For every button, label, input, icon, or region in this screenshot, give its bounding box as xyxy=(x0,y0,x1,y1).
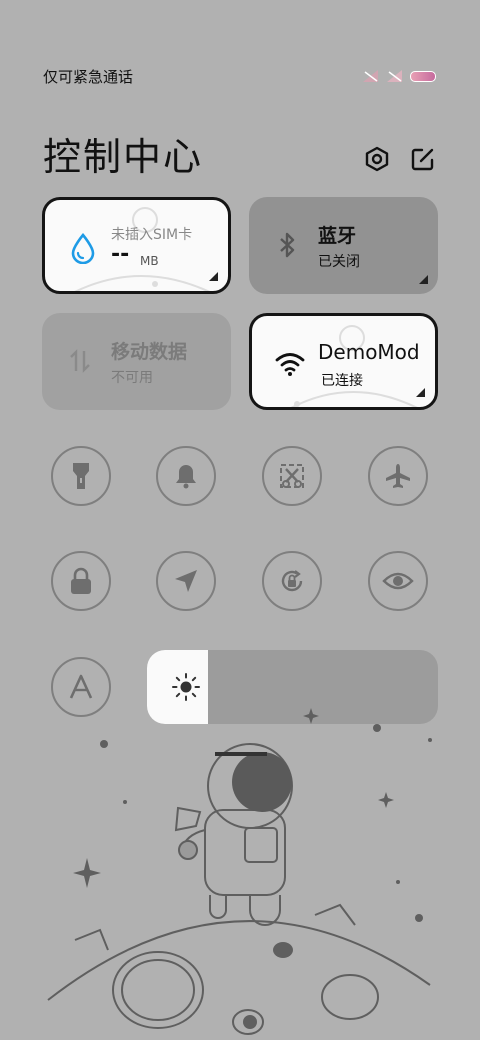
water-drop-icon xyxy=(71,232,95,264)
bluetooth-icon xyxy=(280,232,295,258)
toggle-screenshot[interactable] xyxy=(262,446,322,506)
data-usage-value: -- xyxy=(111,242,130,267)
gear-icon xyxy=(365,146,389,172)
mobile-data-status: 不可用 xyxy=(111,370,153,386)
letter-a-icon xyxy=(69,674,93,699)
wifi-icon xyxy=(275,353,305,376)
expand-corner-icon xyxy=(416,388,425,397)
edit-button[interactable] xyxy=(408,144,438,174)
bell-icon xyxy=(176,465,196,489)
expand-corner-icon xyxy=(209,272,218,281)
toggle-flashlight[interactable] xyxy=(51,446,111,506)
bluetooth-status: 已关闭 xyxy=(318,254,360,270)
rotation-lock-icon xyxy=(281,570,303,592)
no-signal-icon-2 xyxy=(387,70,402,82)
carrier-status-text: 仅可紧急通话 xyxy=(43,68,134,86)
toggle-reading-mode[interactable] xyxy=(368,551,428,611)
toggle-location[interactable] xyxy=(156,551,216,611)
page-title: 控制中心 xyxy=(43,135,204,179)
mobile-data-arrows-icon xyxy=(70,349,90,373)
expand-corner-icon xyxy=(419,275,428,284)
wifi-status: 已连接 xyxy=(321,373,363,389)
sun-icon xyxy=(172,673,200,701)
astronaut-wallpaper xyxy=(47,708,432,1035)
battery-icon xyxy=(410,70,436,82)
settings-button[interactable] xyxy=(362,144,392,174)
toggle-lock-screen[interactable] xyxy=(51,551,111,611)
scissors-icon xyxy=(280,464,304,488)
eye-icon xyxy=(382,572,414,590)
sim-status-text: 未插入SIM卡 xyxy=(111,227,193,243)
data-usage-unit: MB xyxy=(140,254,159,268)
toggle-ringer[interactable] xyxy=(156,446,216,506)
location-arrow-icon xyxy=(175,570,197,592)
flashlight-icon xyxy=(73,463,89,489)
status-bar: 仅可紧急通话 xyxy=(0,0,480,110)
wifi-network-name: DemoMod xyxy=(318,340,420,364)
tile-mobile-data[interactable]: 移动数据 不可用 xyxy=(42,313,231,410)
tile-wifi[interactable]: DemoMod 已连接 xyxy=(249,313,438,410)
toggle-airplane-mode[interactable] xyxy=(368,446,428,506)
lock-icon xyxy=(71,567,91,594)
tile-bluetooth[interactable]: 蓝牙 已关闭 xyxy=(249,197,438,294)
tile-data-usage[interactable]: 未插入SIM卡 -- MB xyxy=(42,197,231,294)
edit-icon xyxy=(411,148,434,171)
bluetooth-label: 蓝牙 xyxy=(318,225,357,247)
airplane-icon xyxy=(386,464,410,488)
mobile-data-label: 移动数据 xyxy=(111,341,188,363)
status-icons xyxy=(362,68,436,84)
toggle-rotation-lock[interactable] xyxy=(262,551,322,611)
no-signal-icon xyxy=(363,70,378,82)
